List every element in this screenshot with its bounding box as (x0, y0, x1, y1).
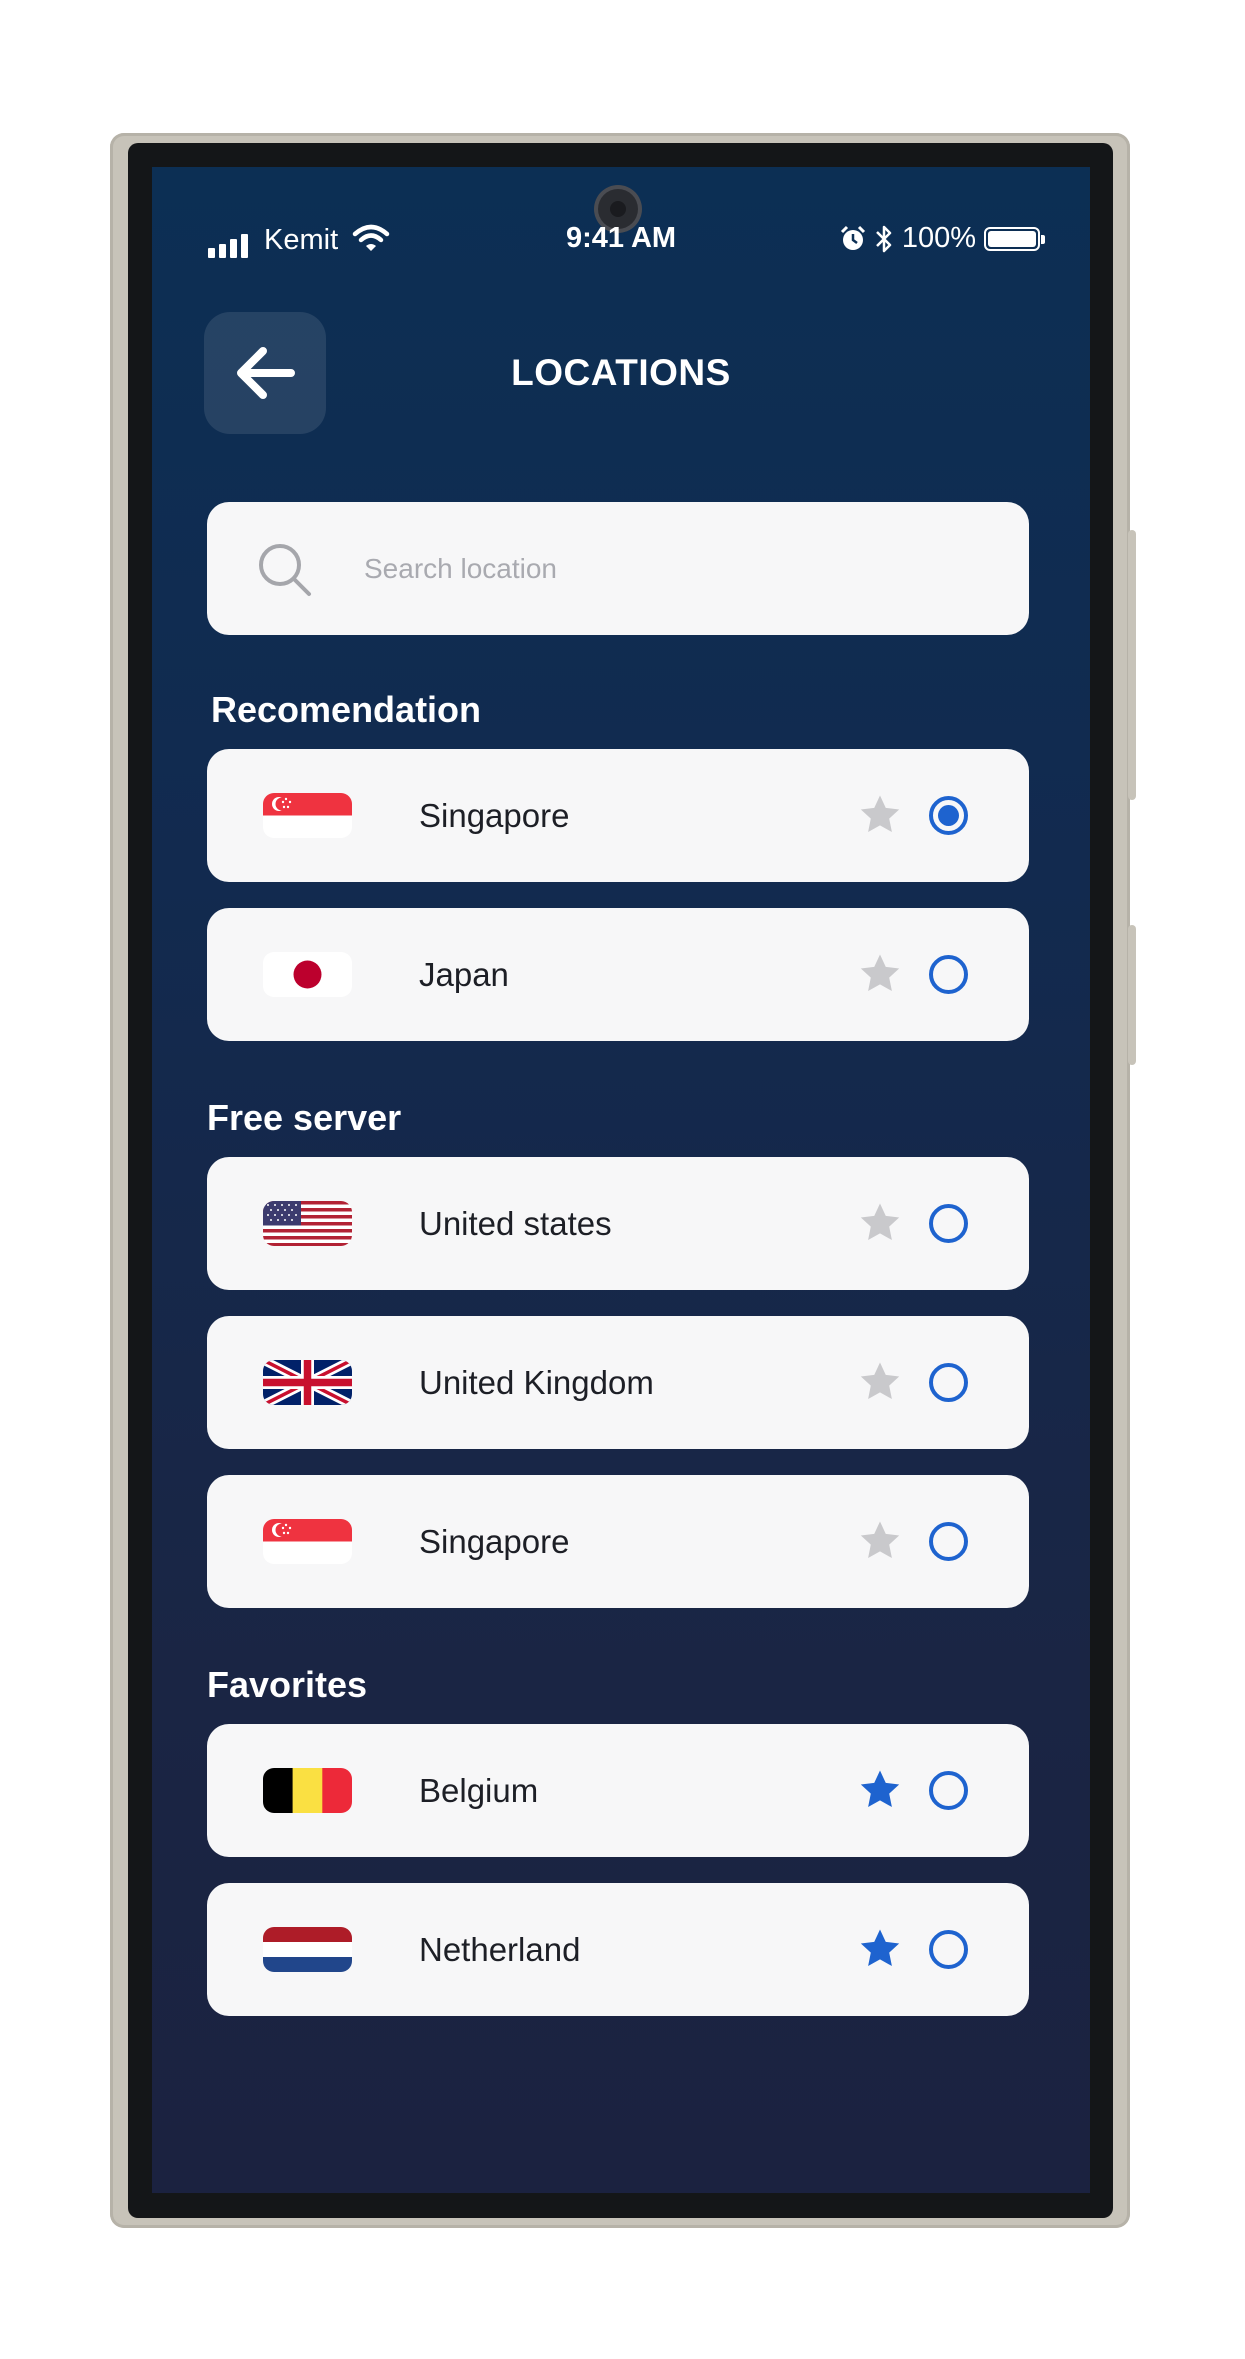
battery-percentage: 100% (901, 222, 976, 254)
belgium-flag (263, 1768, 352, 1813)
location-name: Japan (419, 956, 509, 993)
netherlands-flag (263, 1927, 352, 1972)
power-button (1128, 925, 1136, 1065)
star-icon[interactable] (857, 1359, 903, 1405)
location-row[interactable]: United Kingdom (207, 1316, 1029, 1449)
uk-flag (263, 1360, 352, 1405)
location-row[interactable]: Netherland (207, 1883, 1029, 2016)
status-right-group: 100% (840, 222, 1045, 255)
battery-icon (984, 226, 1045, 251)
bluetooth-icon (875, 225, 892, 252)
location-name: Netherland (419, 1931, 581, 1968)
usa-flag (263, 1201, 352, 1246)
search-input[interactable] (362, 537, 966, 600)
location-name: Singapore (419, 1523, 570, 1560)
japan-flag (263, 952, 352, 997)
section-title-free-server: Free server (207, 1097, 402, 1138)
search-bar (207, 502, 1029, 635)
location-row[interactable]: Singapore (207, 1475, 1029, 1608)
alarm-icon (840, 225, 865, 250)
location-row[interactable]: Belgium (207, 1724, 1029, 1857)
star-icon[interactable] (857, 792, 903, 838)
radio-button[interactable] (929, 1204, 968, 1243)
radio-button[interactable] (929, 1363, 968, 1402)
app-screen: Kemit 9:41 AM 100% LOCATIONS Search loca… (152, 167, 1090, 2193)
location-name: United Kingdom (419, 1364, 654, 1401)
radio-button[interactable] (929, 1522, 968, 1561)
star-icon-active[interactable] (857, 1926, 903, 1972)
star-icon[interactable] (857, 1200, 903, 1246)
section-title-favorites: Favorites (207, 1664, 368, 1705)
search-icon (259, 544, 311, 596)
radio-button-selected[interactable] (929, 796, 968, 835)
volume-button (1128, 530, 1136, 800)
section-title-recommendation: Recomendation (211, 689, 482, 730)
location-name: United states (419, 1205, 612, 1242)
page-title: LOCATIONS (511, 352, 731, 393)
singapore-flag (263, 1519, 352, 1564)
location-row[interactable]: United states (207, 1157, 1029, 1290)
star-icon[interactable] (857, 1518, 903, 1564)
radio-button[interactable] (929, 1771, 968, 1810)
location-name: Singapore (419, 797, 570, 834)
singapore-flag (263, 793, 352, 838)
radio-button[interactable] (929, 955, 968, 994)
location-row[interactable]: Singapore (207, 749, 1029, 882)
star-icon-active[interactable] (857, 1767, 903, 1813)
location-name: Belgium (419, 1772, 539, 1809)
star-icon[interactable] (857, 951, 903, 997)
status-bar: Kemit 9:41 AM 100% (152, 222, 1090, 262)
location-row[interactable]: Japan (207, 908, 1029, 1041)
radio-button[interactable] (929, 1930, 968, 1969)
